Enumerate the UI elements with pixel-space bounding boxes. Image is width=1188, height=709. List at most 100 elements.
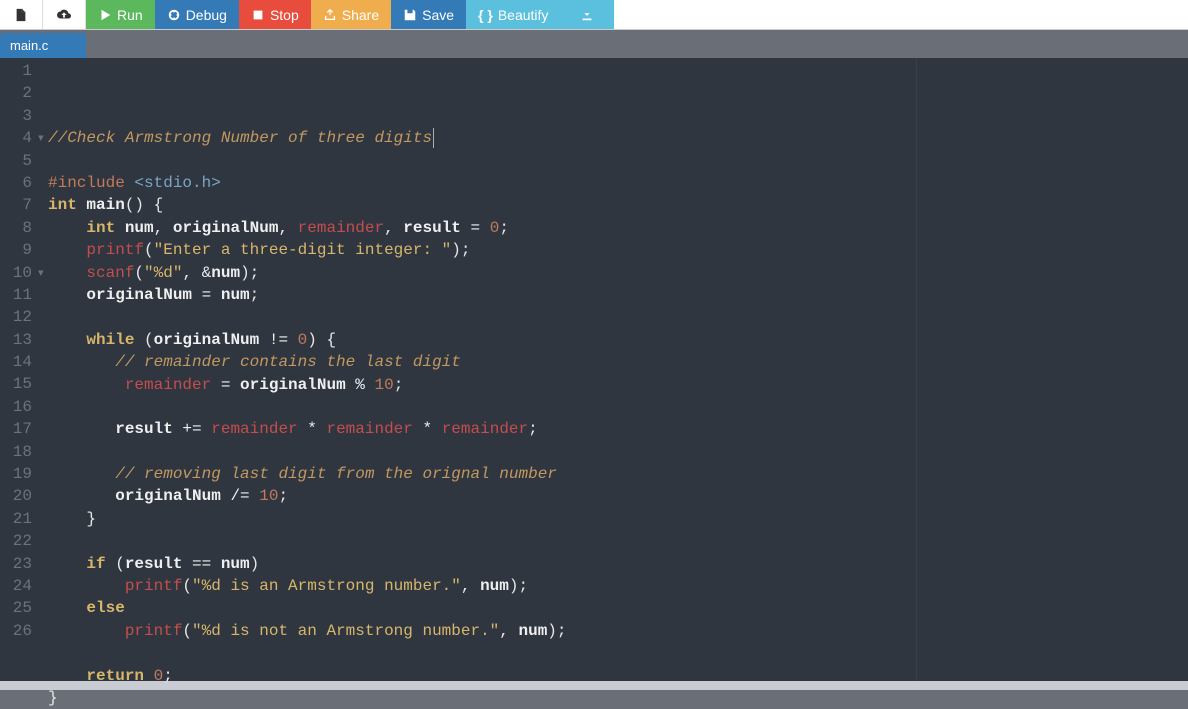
line-number: 23 <box>10 553 32 575</box>
token: ( <box>182 577 192 595</box>
token: originalNum <box>173 219 279 237</box>
code-line[interactable]: originalNum = num; <box>48 284 1188 306</box>
code-line[interactable]: else <box>48 597 1188 619</box>
token: "%d" <box>144 264 182 282</box>
code-line[interactable]: // remainder contains the last digit <box>48 351 1188 373</box>
line-number: 15 <box>10 373 32 395</box>
token: == <box>182 555 220 573</box>
token: , <box>154 219 173 237</box>
token <box>77 196 87 214</box>
token: = <box>461 219 490 237</box>
token: remainder <box>125 376 211 394</box>
token <box>48 667 86 685</box>
token: ; <box>278 487 288 505</box>
line-number: 14 <box>10 351 32 373</box>
line-number: 25 <box>10 597 32 619</box>
code-line[interactable] <box>48 396 1188 418</box>
token: /= <box>221 487 259 505</box>
line-number: 9 <box>10 239 32 261</box>
save-button[interactable]: Save <box>391 0 466 29</box>
token: = <box>211 376 240 394</box>
token: num <box>221 286 250 304</box>
code-line[interactable]: int main() { <box>48 194 1188 216</box>
code-line[interactable]: result += remainder * remainder * remain… <box>48 418 1188 440</box>
token: originalNum <box>115 487 221 505</box>
token: } <box>48 689 58 707</box>
download-button[interactable] <box>560 0 614 29</box>
code-line[interactable]: originalNum /= 10; <box>48 485 1188 507</box>
code-line[interactable]: #include <stdio.h> <box>48 172 1188 194</box>
tab-bar: main.c <box>0 30 1188 58</box>
line-number: 3 <box>10 105 32 127</box>
code-line[interactable]: } <box>48 687 1188 709</box>
code-line[interactable]: if (result == num) <box>48 553 1188 575</box>
token: else <box>86 599 124 617</box>
line-number: 19 <box>10 463 32 485</box>
token: * <box>413 420 442 438</box>
code-line[interactable] <box>48 642 1188 664</box>
beautify-button[interactable]: { } Beautify <box>466 0 560 29</box>
code-line[interactable] <box>48 530 1188 552</box>
token: while <box>86 331 134 349</box>
token: ( <box>106 555 125 573</box>
code-line[interactable]: remainder = originalNum % 10; <box>48 374 1188 396</box>
token <box>48 555 86 573</box>
code-line[interactable]: int num, originalNum, remainder, result … <box>48 217 1188 239</box>
code-line[interactable]: printf("%d is not an Armstrong number.",… <box>48 620 1188 642</box>
token: ) <box>250 555 260 573</box>
code-line[interactable] <box>48 441 1188 463</box>
token: num <box>125 219 154 237</box>
stop-label: Stop <box>270 7 299 23</box>
play-icon <box>98 8 112 22</box>
line-number: 1 <box>10 60 32 82</box>
token <box>48 331 86 349</box>
token: ; <box>163 667 173 685</box>
token: ); <box>240 264 259 282</box>
code-area[interactable]: //Check Armstrong Number of three digits… <box>38 58 1188 681</box>
token: , <box>278 219 297 237</box>
debug-button[interactable]: Debug <box>155 0 239 29</box>
line-number: 17 <box>10 418 32 440</box>
token: ( <box>144 241 154 259</box>
token <box>48 465 115 483</box>
code-line[interactable]: return 0; <box>48 665 1188 687</box>
line-number: 5 <box>10 150 32 172</box>
token: remainder <box>211 420 297 438</box>
print-margin <box>916 58 917 681</box>
line-number: 8 <box>10 217 32 239</box>
new-file-button[interactable] <box>0 0 43 29</box>
code-line[interactable]: // removing last digit from the orignal … <box>48 463 1188 485</box>
line-number: 6 <box>10 172 32 194</box>
token: remainder <box>326 420 412 438</box>
token: main <box>86 196 124 214</box>
token: num <box>518 622 547 640</box>
token <box>144 667 154 685</box>
code-line[interactable] <box>48 306 1188 328</box>
token <box>48 622 125 640</box>
code-line[interactable]: scanf("%d", &num); <box>48 262 1188 284</box>
line-number: 22 <box>10 530 32 552</box>
tab-main-c[interactable]: main.c <box>0 33 86 58</box>
token: ; <box>250 286 260 304</box>
token: if <box>86 555 105 573</box>
token: != <box>259 331 297 349</box>
token: ; <box>499 219 509 237</box>
code-line[interactable]: } <box>48 508 1188 530</box>
share-button[interactable]: Share <box>311 0 391 29</box>
text-cursor <box>433 128 434 148</box>
line-number: 24 <box>10 575 32 597</box>
code-line[interactable]: //Check Armstrong Number of three digits <box>48 127 1188 149</box>
code-line[interactable]: printf("Enter a three-digit integer: "); <box>48 239 1188 261</box>
code-line[interactable]: printf("%d is an Armstrong number.", num… <box>48 575 1188 597</box>
line-number: 18 <box>10 441 32 463</box>
token: return <box>86 667 144 685</box>
token: originalNum <box>154 331 260 349</box>
stop-button[interactable]: Stop <box>239 0 311 29</box>
upload-button[interactable] <box>43 0 86 29</box>
run-button[interactable]: Run <box>86 0 155 29</box>
code-editor[interactable]: 1234567891011121314151617181920212223242… <box>0 58 1188 681</box>
code-line[interactable] <box>48 150 1188 172</box>
token: //Check Armstrong Number of three digits <box>48 129 432 147</box>
tab-label: main.c <box>10 38 48 53</box>
code-line[interactable]: while (originalNum != 0) { <box>48 329 1188 351</box>
